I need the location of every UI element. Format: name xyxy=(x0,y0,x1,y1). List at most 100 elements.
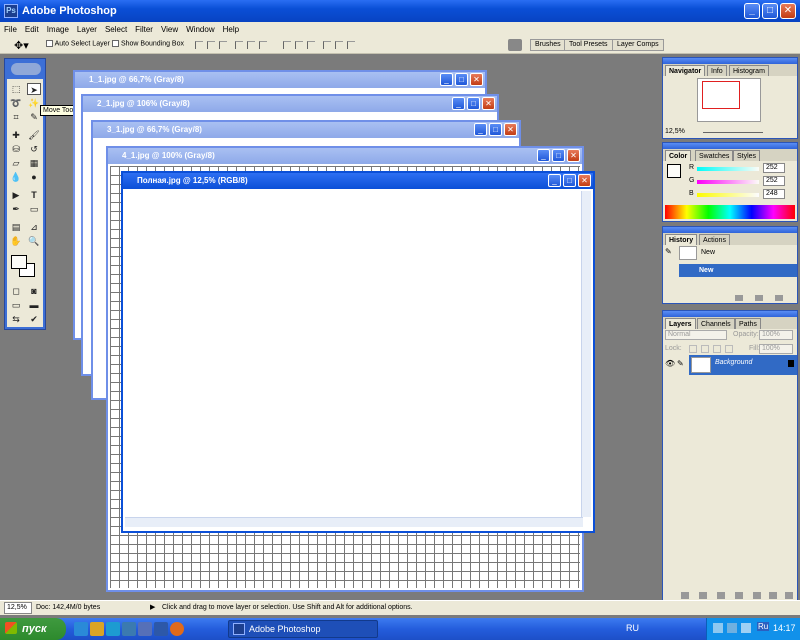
navigator-zoom-field[interactable]: 12,5% xyxy=(665,128,685,135)
quicklaunch-ie-icon[interactable] xyxy=(74,622,88,636)
well-brushes[interactable]: Brushes xyxy=(530,39,566,51)
align-vcenter-icon[interactable] xyxy=(207,41,215,49)
distribute-left-icon[interactable] xyxy=(323,41,331,49)
blur-tool-icon[interactable]: 💧 xyxy=(9,171,23,183)
lock-pixels-icon[interactable] xyxy=(701,345,709,353)
status-arrow-icon[interactable]: ▶ xyxy=(150,601,155,615)
document-window-active[interactable]: Полная.jpg @ 12,5% (RGB/8) _ □ ✕ xyxy=(121,171,595,533)
quick-mask-mode-icon[interactable]: ◙ xyxy=(27,285,41,297)
b-slider[interactable] xyxy=(697,193,759,197)
history-brush-icon[interactable]: ↺ xyxy=(27,143,41,155)
b-value[interactable]: 248 xyxy=(763,189,785,199)
quicklaunch-mail-icon[interactable] xyxy=(122,622,136,636)
align-top-icon[interactable] xyxy=(195,41,203,49)
align-left-icon[interactable] xyxy=(235,41,243,49)
screen-mode-standard-icon[interactable]: ▭ xyxy=(9,299,23,311)
screen-mode-full-icon[interactable]: ▬ xyxy=(27,299,41,311)
start-button[interactable]: пуск xyxy=(0,618,66,640)
brush-tool-icon[interactable]: 🖌 xyxy=(27,129,41,141)
doc-close-button[interactable]: ✕ xyxy=(578,174,591,187)
align-hcenter-icon[interactable] xyxy=(247,41,255,49)
tab-histogram[interactable]: Histogram xyxy=(729,65,769,76)
notes-tool-icon[interactable]: ▤ xyxy=(9,221,23,233)
palette-well-icon[interactable] xyxy=(508,39,522,51)
doc-close-button[interactable]: ✕ xyxy=(504,123,517,136)
blend-mode-select[interactable]: Normal xyxy=(665,330,727,340)
navigator-thumbnail[interactable] xyxy=(697,78,761,122)
doc-minimize-button[interactable]: _ xyxy=(440,73,453,86)
clone-stamp-icon[interactable]: ⛁ xyxy=(9,143,23,155)
vertical-scrollbar[interactable] xyxy=(581,191,591,517)
lock-all-icon[interactable] xyxy=(725,345,733,353)
quicklaunch-firefox-icon[interactable] xyxy=(170,622,184,636)
move-tool-icon[interactable]: ➤ xyxy=(27,83,41,95)
eraser-tool-icon[interactable]: ▱ xyxy=(9,157,23,169)
clock[interactable]: 14:17 xyxy=(773,623,796,633)
gradient-tool-icon[interactable]: ▦ xyxy=(27,157,41,169)
eyedropper-tool-icon[interactable]: ⊿ xyxy=(27,221,41,233)
doc-maximize-button[interactable]: □ xyxy=(563,174,576,187)
maximize-button[interactable]: □ xyxy=(762,3,778,19)
delete-layer-icon[interactable] xyxy=(785,592,793,599)
type-tool-icon[interactable]: T xyxy=(27,189,41,201)
r-value[interactable]: 252 xyxy=(763,163,785,173)
quicklaunch-explorer-icon[interactable] xyxy=(90,622,104,636)
doc-minimize-button[interactable]: _ xyxy=(474,123,487,136)
well-tool-presets[interactable]: Tool Presets xyxy=(564,39,613,51)
layer-visibility-eye-icon[interactable]: 👁 xyxy=(665,357,675,371)
lock-transparent-icon[interactable] xyxy=(689,345,697,353)
standard-mode-icon[interactable]: ◻ xyxy=(9,285,23,297)
doc-minimize-button[interactable]: _ xyxy=(548,174,561,187)
jump-icon[interactable]: ✔ xyxy=(27,313,41,325)
marquee-tool-icon[interactable]: ⬚ xyxy=(9,83,23,95)
doc-close-button[interactable]: ✕ xyxy=(470,73,483,86)
quicklaunch-desktop-icon[interactable] xyxy=(106,622,120,636)
g-value[interactable]: 252 xyxy=(763,176,785,186)
doc-maximize-button[interactable]: □ xyxy=(467,97,480,110)
jump-to-imageready-icon[interactable]: ⇆ xyxy=(9,313,23,325)
doc-close-button[interactable]: ✕ xyxy=(482,97,495,110)
distribute-bottom-icon[interactable] xyxy=(307,41,315,49)
quicklaunch-media-icon[interactable] xyxy=(138,622,152,636)
menu-view[interactable]: View xyxy=(157,25,182,34)
lasso-tool-icon[interactable]: ➰ xyxy=(9,97,23,109)
tab-info[interactable]: Info xyxy=(707,65,727,76)
tray-language[interactable]: Ru xyxy=(757,622,770,631)
tab-history[interactable]: History xyxy=(665,234,698,245)
document-title[interactable]: 4_1.jpg @ 100% (Gray/8) xyxy=(108,148,582,164)
show-bbox-checkbox[interactable]: Show Bounding Box xyxy=(112,40,184,47)
move-tool-preset-icon[interactable]: ✥▾ xyxy=(14,39,29,52)
healing-brush-icon[interactable]: ✚ xyxy=(9,129,23,141)
opacity-field[interactable]: 100% xyxy=(759,330,793,340)
language-indicator[interactable]: RU xyxy=(626,623,639,633)
navigator-view-box[interactable] xyxy=(702,81,740,109)
quicklaunch-word-icon[interactable] xyxy=(154,622,168,636)
menu-layer[interactable]: Layer xyxy=(73,25,101,34)
doc-maximize-button[interactable]: □ xyxy=(455,73,468,86)
tab-paths[interactable]: Paths xyxy=(735,318,761,329)
hand-tool-icon[interactable]: ✋ xyxy=(9,235,23,247)
slice-tool-icon[interactable]: ✎ xyxy=(27,111,41,123)
doc-close-button[interactable]: ✕ xyxy=(567,149,580,162)
tab-styles[interactable]: Styles xyxy=(733,150,761,161)
tray-update-icon[interactable] xyxy=(741,623,751,633)
history-state-row[interactable]: New xyxy=(679,264,797,277)
document-title[interactable]: 2_1.jpg @ 106% (Gray/8) xyxy=(83,96,497,112)
layer-style-icon[interactable] xyxy=(699,592,707,599)
shape-tool-icon[interactable]: ▭ xyxy=(27,203,41,215)
menu-image[interactable]: Image xyxy=(43,25,73,34)
distribute-right-icon[interactable] xyxy=(347,41,355,49)
tab-swatches[interactable]: Swatches xyxy=(695,150,734,161)
magic-wand-tool-icon[interactable]: ✨ xyxy=(27,97,41,109)
align-right-icon[interactable] xyxy=(259,41,267,49)
new-snapshot-icon[interactable] xyxy=(755,295,763,301)
taskbar-photoshop-button[interactable]: Adobe Photoshop xyxy=(228,620,378,638)
snapshot-brush-icon[interactable]: ✎ xyxy=(665,247,675,257)
foreground-color-swatch[interactable] xyxy=(11,255,27,269)
path-selection-icon[interactable]: ▶ xyxy=(9,189,23,201)
crop-tool-icon[interactable]: ⌗ xyxy=(9,111,23,123)
menu-file[interactable]: File xyxy=(0,25,21,34)
tab-actions[interactable]: Actions xyxy=(699,234,730,245)
doc-minimize-button[interactable]: _ xyxy=(452,97,465,110)
new-group-icon[interactable] xyxy=(753,592,761,599)
